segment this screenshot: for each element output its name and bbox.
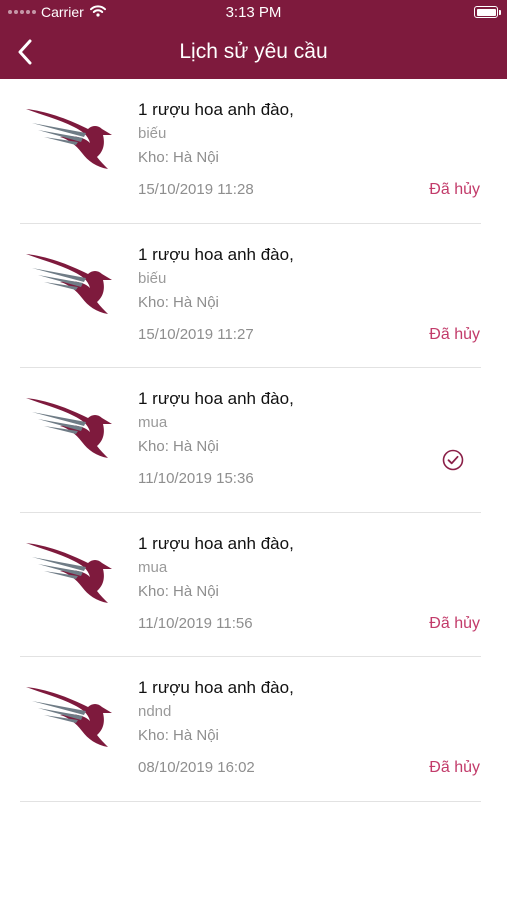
request-datetime: 15/10/2019 11:27	[138, 325, 254, 343]
check-circle-icon	[442, 449, 464, 471]
request-status: Đã hủy	[429, 614, 480, 632]
request-status: Đã hủy	[429, 181, 480, 198]
request-status: Đã hủy	[429, 759, 480, 776]
request-type: mua	[138, 414, 168, 431]
request-type: biếu	[138, 269, 167, 287]
status-time: 3:13 PM	[225, 4, 282, 21]
request-item[interactable]: 1 rượu hoa anh đào, ndnd Kho: Hà Nội 08/…	[0, 657, 507, 802]
request-history-list: 1 rượu hoa anh đào, biếu Kho: Hà Nội 15/…	[0, 79, 507, 802]
eagle-logo-icon	[26, 398, 112, 458]
request-warehouse: Kho: Hà Nội	[138, 727, 219, 744]
request-item[interactable]: 1 rượu hoa anh đào, mua Kho: Hà Nội 11/1…	[0, 368, 507, 513]
request-item[interactable]: 1 rượu hoa anh đào, biếu Kho: Hà Nội 15/…	[0, 224, 507, 369]
request-datetime: 11/10/2019 15:36	[138, 470, 254, 487]
request-item[interactable]: 1 rượu hoa anh đào, biếu Kho: Hà Nội 15/…	[0, 79, 507, 224]
request-warehouse: Kho: Hà Nội	[138, 293, 219, 311]
battery-icon	[474, 6, 501, 18]
request-title: 1 rượu hoa anh đào,	[138, 389, 294, 408]
request-title: 1 rượu hoa anh đào,	[138, 678, 294, 697]
request-type: mua	[138, 558, 168, 576]
eagle-logo-icon	[26, 109, 112, 169]
request-warehouse: Kho: Hà Nội	[138, 582, 219, 600]
request-title: 1 rượu hoa anh đào,	[138, 100, 294, 119]
request-title: 1 rượu hoa anh đào,	[138, 533, 294, 553]
eagle-logo-icon	[26, 542, 112, 603]
navigation-header: Carrier 3:13 PM Lịch sử yêu cầu	[0, 0, 507, 79]
page-title: Lịch sử yêu cầu	[179, 40, 328, 63]
status-bar: Carrier 3:13 PM	[0, 0, 507, 26]
request-warehouse: Kho: Hà Nội	[138, 438, 219, 455]
eagle-logo-icon	[26, 687, 112, 747]
request-status: Đã hủy	[429, 325, 480, 343]
request-datetime: 15/10/2019 11:28	[138, 181, 254, 198]
eagle-logo-icon	[26, 253, 112, 314]
request-datetime: 11/10/2019 11:56	[138, 614, 253, 632]
request-datetime: 08/10/2019 16:02	[138, 759, 255, 776]
request-warehouse: Kho: Hà Nội	[138, 149, 219, 166]
request-item[interactable]: 1 rượu hoa anh đào, mua Kho: Hà Nội 11/1…	[0, 513, 507, 658]
request-title: 1 rượu hoa anh đào,	[138, 244, 294, 264]
request-type: ndnd	[138, 703, 172, 720]
request-type: biếu	[138, 125, 167, 142]
